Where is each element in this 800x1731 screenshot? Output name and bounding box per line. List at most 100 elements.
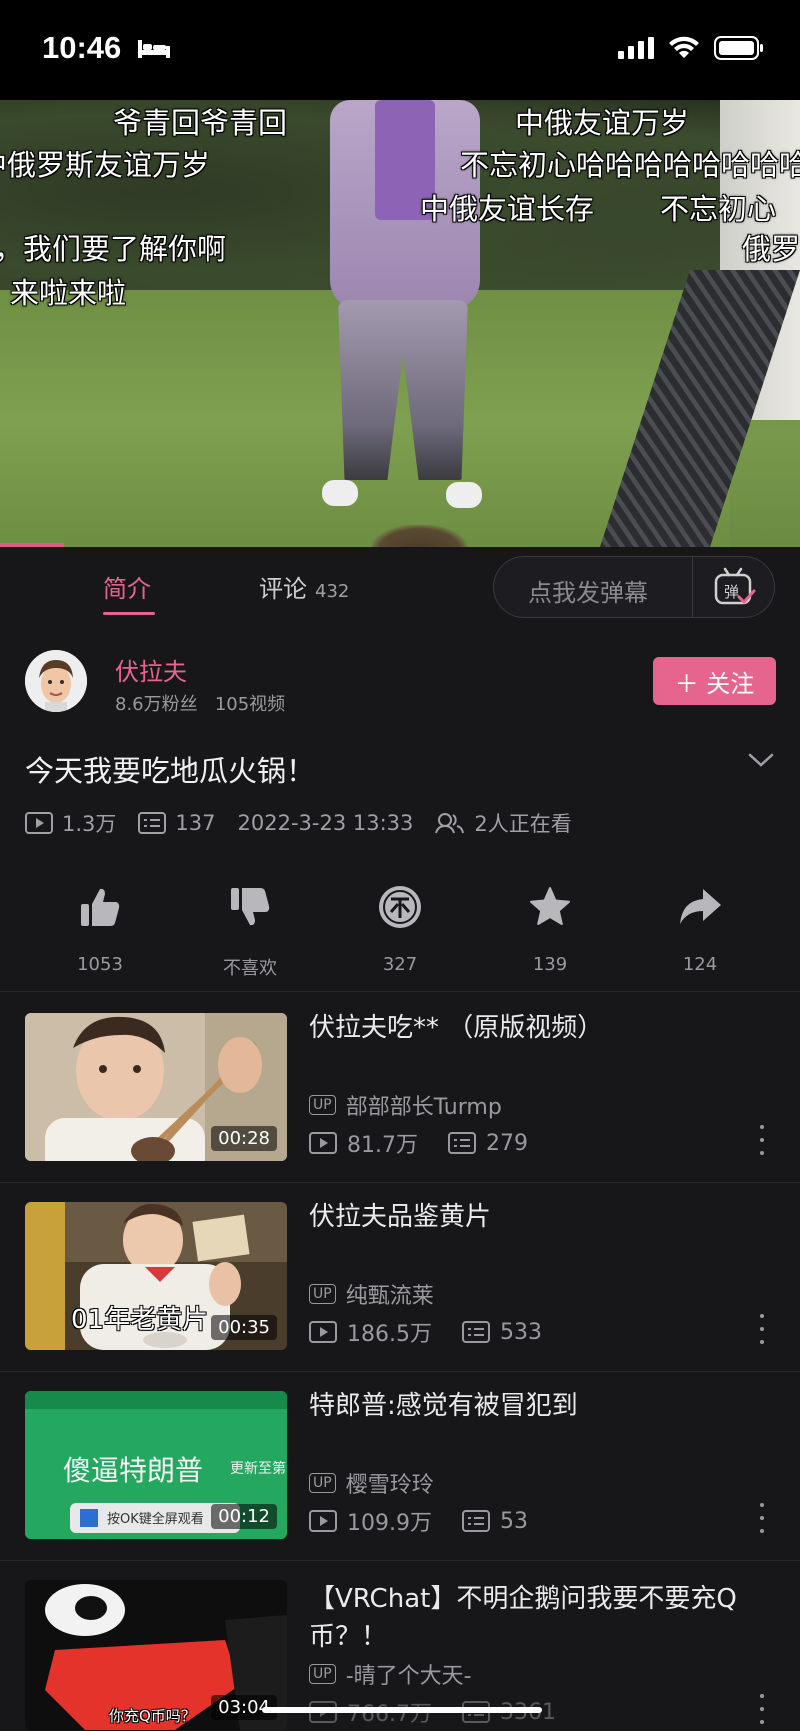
video-duration: 00:35 bbox=[211, 1315, 277, 1340]
uploader-name[interactable]: 伏拉夫 bbox=[115, 652, 187, 687]
coin-button[interactable]: 327 bbox=[340, 880, 460, 975]
video-title: 今天我要吃地瓜火锅！ bbox=[25, 754, 316, 788]
danmaku-comment: 不忘初心 bbox=[660, 192, 777, 226]
thumbnail-caption: 傻逼特朗普 bbox=[63, 1454, 204, 1487]
watching-users-icon bbox=[435, 813, 465, 834]
video-frame-dirt bbox=[372, 525, 467, 547]
uploader-avatar[interactable] bbox=[25, 650, 87, 712]
video-frame-shoe bbox=[446, 482, 482, 508]
battery-icon bbox=[714, 36, 763, 60]
sleep-focus-icon bbox=[138, 40, 170, 58]
more-options-icon[interactable] bbox=[756, 1314, 768, 1344]
more-options-icon[interactable] bbox=[756, 1694, 768, 1724]
up-badge-icon: UP bbox=[309, 1095, 336, 1115]
danmaku-comment: 中俄罗斯友谊万岁 bbox=[0, 148, 211, 182]
svg-text:按OK键全屏观看: 按OK键全屏观看 bbox=[107, 1511, 204, 1527]
play-count-icon bbox=[25, 812, 53, 834]
chevron-down-icon[interactable] bbox=[748, 752, 774, 768]
status-time: 10:46 bbox=[42, 30, 122, 65]
danmaku-count-icon bbox=[461, 1510, 490, 1532]
recommended-video-title[interactable]: 伏拉夫品鉴黄片 bbox=[309, 1198, 769, 1236]
recommended-video-stats: 81.7万 279 bbox=[309, 1127, 558, 1159]
recommended-video[interactable]: 01年老黄片 00:35 伏拉夫品鉴黄片 UP 纯甄流莱 186.5万 533 bbox=[0, 1182, 800, 1372]
more-options-icon[interactable] bbox=[756, 1503, 768, 1533]
status-bar: 10:46 bbox=[0, 0, 800, 100]
action-bar: 1053 不喜欢 327 139 124 bbox=[0, 880, 800, 990]
thumbs-down-icon bbox=[231, 888, 270, 926]
play-count-icon bbox=[309, 1321, 337, 1343]
video-stats: 1.3万 137 2022-3-23 13:33 2人正在看 bbox=[25, 808, 594, 838]
recommended-video-title[interactable]: 特郎普:感觉有被冒犯到 bbox=[309, 1387, 769, 1425]
cellular-signal-icon bbox=[618, 37, 654, 59]
danmaku-comment: ，我们要了解你啊 bbox=[0, 232, 227, 266]
dislike-label: 不喜欢 bbox=[223, 958, 277, 979]
follow-button[interactable]: ＋ 关注 bbox=[653, 657, 776, 705]
up-badge-icon: UP bbox=[309, 1473, 336, 1493]
danmaku-comment: 中俄友谊长存 bbox=[420, 192, 595, 226]
like-button[interactable]: 1053 bbox=[40, 880, 160, 975]
author-name: 樱雪玲玲 bbox=[345, 1473, 434, 1498]
recommended-video[interactable]: 00:28 伏拉夫吃** （原版视频） UP 部部部长Turmp 81.7万 2… bbox=[0, 993, 800, 1183]
section-divider bbox=[0, 991, 800, 992]
recommended-video-title[interactable]: 【VRChat】不明企鹅问我要不要充Q币？！ bbox=[309, 1580, 769, 1656]
view-count: 186.5万 bbox=[347, 1322, 432, 1347]
recommended-video[interactable]: 更新至第 按OK键全屏观看 傻逼特朗普 00:12 特郎普:感觉有被冒犯到 UP… bbox=[0, 1371, 800, 1561]
view-count: 81.7万 bbox=[347, 1133, 418, 1158]
author-name: -晴了个大天- bbox=[345, 1664, 472, 1689]
danmaku-count: 533 bbox=[499, 1319, 542, 1345]
play-count-icon bbox=[309, 1510, 337, 1532]
video-thumbnail[interactable]: 你充Q币吗？ 03:04 bbox=[25, 1580, 287, 1730]
video-thumbnail[interactable]: 00:28 bbox=[25, 1013, 287, 1161]
danmaku-count: 137 bbox=[175, 811, 216, 835]
tab-active-indicator bbox=[103, 612, 155, 615]
thumbnail-caption: 你充Q币吗？ bbox=[109, 1707, 196, 1725]
danmaku-comment: 俄罗 bbox=[742, 232, 800, 266]
uploader-followers: 8.6万粉丝 bbox=[115, 694, 198, 715]
more-options-icon[interactable] bbox=[756, 1125, 768, 1155]
uploader-video-count: 105视频 bbox=[214, 694, 286, 715]
danmaku-input-placeholder: 点我发弹幕 bbox=[528, 579, 648, 607]
danmaku-count: 279 bbox=[486, 1130, 528, 1156]
recommended-video-author[interactable]: UP 部部部长Turmp bbox=[309, 1089, 502, 1121]
recommended-video-title[interactable]: 伏拉夫吃** （原版视频） bbox=[309, 1009, 769, 1047]
recommended-video-author[interactable]: UP 樱雪玲玲 bbox=[309, 1467, 434, 1499]
up-badge-icon: UP bbox=[309, 1664, 336, 1684]
tab-intro[interactable]: 简介 bbox=[103, 569, 151, 604]
favorite-button[interactable]: 139 bbox=[490, 880, 610, 975]
recommended-video-author[interactable]: UP 纯甄流莱 bbox=[309, 1278, 434, 1310]
dislike-button[interactable]: 不喜欢 bbox=[190, 880, 310, 980]
coin-icon bbox=[379, 886, 421, 928]
watching-count: 2人正在看 bbox=[474, 812, 572, 836]
up-badge-icon: UP bbox=[309, 1284, 336, 1304]
danmaku-comment: 来啦来啦 bbox=[10, 276, 127, 310]
video-frame-shoe bbox=[322, 480, 358, 506]
share-button[interactable]: 124 bbox=[640, 880, 760, 975]
recommended-video-author[interactable]: UP -晴了个大天- bbox=[309, 1658, 472, 1690]
home-indicator[interactable] bbox=[262, 1707, 542, 1713]
video-player[interactable]: 爷青回爷青回 中俄友谊万岁 中俄罗斯友谊万岁 不忘初心哈哈哈哈哈哈哈哈哈 中俄友… bbox=[0, 100, 800, 547]
danmaku-count-icon bbox=[448, 1132, 476, 1154]
author-name: 纯甄流莱 bbox=[345, 1284, 434, 1309]
uploader-meta: 8.6万粉丝 105视频 bbox=[115, 690, 285, 716]
danmaku-comment: 不忘初心哈哈哈哈哈哈哈哈哈 bbox=[460, 148, 800, 182]
tab-comments[interactable]: 评论 432 bbox=[259, 569, 349, 604]
recommended-video[interactable]: 你充Q币吗？ 03:04 【VRChat】不明企鹅问我要不要充Q币？！ UP -… bbox=[0, 1560, 800, 1731]
video-thumbnail[interactable]: 01年老黄片 00:35 bbox=[25, 1202, 287, 1350]
view-count: 1.3万 bbox=[62, 812, 117, 836]
author-name: 部部部长Turmp bbox=[345, 1095, 502, 1120]
svg-text:更新至第: 更新至第 bbox=[230, 1460, 286, 1477]
play-count-icon bbox=[309, 1132, 337, 1154]
favorite-count: 139 bbox=[532, 954, 568, 975]
danmaku-comment: 爷青回爷青回 bbox=[113, 106, 288, 140]
recommended-video-stats: 186.5万 533 bbox=[309, 1316, 572, 1348]
danmaku-input[interactable]: 点我发弹幕 弹 bbox=[493, 556, 775, 618]
svg-text:弹: 弹 bbox=[724, 583, 739, 601]
danmaku-toggle-button[interactable]: 弹 bbox=[692, 557, 774, 617]
recommended-video-stats: 109.9万 53 bbox=[309, 1505, 558, 1537]
danmaku-count: 53 bbox=[499, 1508, 528, 1534]
video-thumbnail[interactable]: 更新至第 按OK键全屏观看 傻逼特朗普 00:12 bbox=[25, 1391, 287, 1539]
publish-time: 2022-3-23 13:33 bbox=[237, 811, 414, 835]
tab-intro-label: 简介 bbox=[103, 575, 151, 603]
danmaku-toggle-icon: 弹 bbox=[714, 567, 755, 605]
thumbs-up-icon bbox=[81, 888, 120, 926]
